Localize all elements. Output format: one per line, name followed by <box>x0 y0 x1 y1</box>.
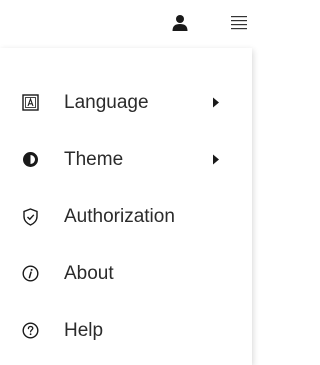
menu-item-authorization[interactable]: Authorization <box>0 188 252 245</box>
info-icon <box>21 265 39 283</box>
top-bar <box>0 0 257 48</box>
shield-check-icon <box>21 207 39 226</box>
help-icon <box>21 322 39 340</box>
user-icon[interactable] <box>167 10 193 36</box>
menu-item-label: Help <box>64 319 104 341</box>
hamburger-menu-icon[interactable] <box>226 10 252 36</box>
menu-item-label: About <box>64 262 114 284</box>
menu-item-label: Language <box>64 91 149 113</box>
menu-item-label: Theme <box>64 148 124 170</box>
menu-item-theme[interactable]: Theme <box>0 131 252 188</box>
menu-item-help[interactable]: Help <box>0 302 252 359</box>
menu-item-label: Authorization <box>64 205 175 227</box>
submenu-arrow-icon <box>211 97 221 109</box>
submenu-arrow-icon <box>211 154 221 166</box>
theme-contrast-icon <box>21 151 39 169</box>
settings-menu: Language Theme Authorization About Help <box>0 48 252 365</box>
menu-item-about[interactable]: About <box>0 245 252 302</box>
menu-item-language[interactable]: Language <box>0 74 252 131</box>
language-icon <box>21 94 39 112</box>
